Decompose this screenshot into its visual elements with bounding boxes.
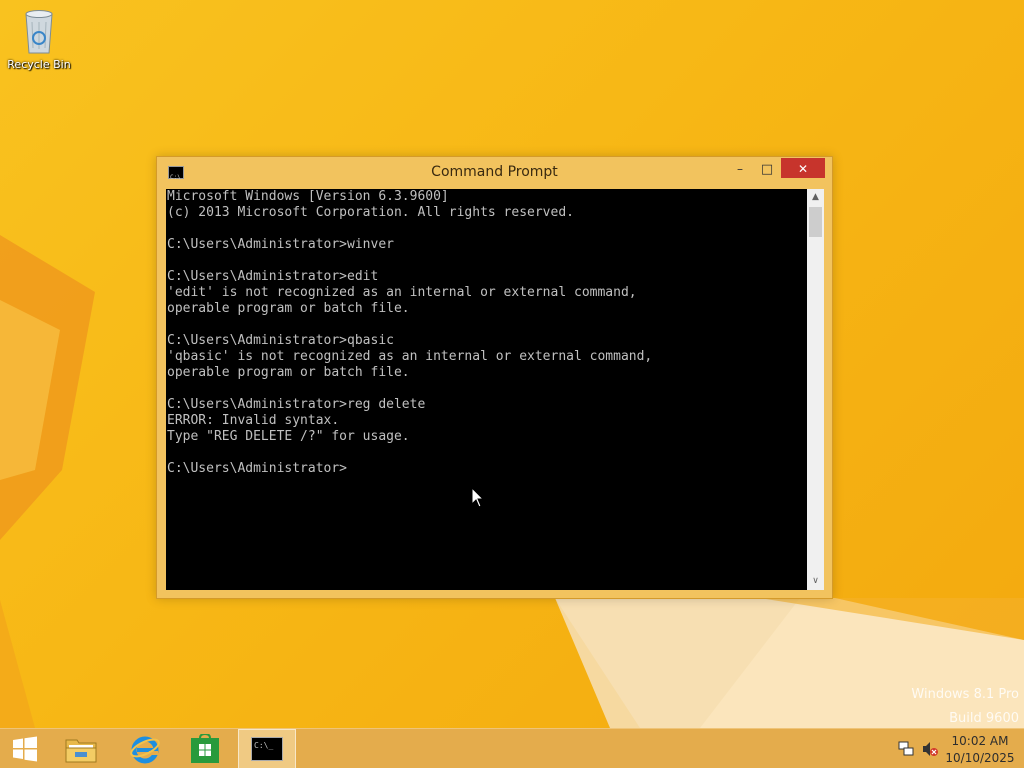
scroll-down-icon[interactable]: ∨ (807, 573, 824, 590)
taskbar-file-explorer-button[interactable] (52, 729, 110, 768)
console-output[interactable]: Microsoft Windows [Version 6.3.9600] (c) … (166, 189, 804, 590)
clock-time: 10:02 AM (951, 734, 1009, 748)
console-area[interactable]: Microsoft Windows [Version 6.3.9600] (c) … (166, 189, 824, 590)
clock-date: 10/10/2025 (945, 751, 1015, 765)
cmd-icon: C:\_ (251, 737, 283, 761)
windows-watermark: Windows 8.1 Pro Build 9600 (911, 683, 1019, 728)
maximize-button[interactable]: □ (754, 158, 780, 178)
console-line: operable program or batch file. (167, 301, 410, 316)
console-line: (c) 2013 Microsoft Corporation. All righ… (167, 205, 574, 220)
scrollbar-thumb[interactable] (809, 207, 822, 237)
console-line: 'qbasic' is not recognized as an interna… (167, 349, 653, 364)
console-line: C:\Users\Administrator>winver (167, 237, 394, 252)
watermark-edition: Windows 8.1 Pro (911, 687, 1019, 702)
title-bar[interactable]: C:\ Command Prompt – □ ✕ (157, 157, 832, 189)
recycle-bin-shortcut[interactable]: Recycle Bin (4, 4, 74, 76)
minimize-icon: – (737, 162, 743, 176)
volume-muted-icon[interactable] (922, 741, 938, 757)
taskbar-command-prompt-button[interactable]: C:\_ (238, 729, 296, 768)
watermark-build: Build 9600 (949, 711, 1019, 726)
start-button[interactable] (0, 729, 50, 768)
network-icon[interactable] (898, 741, 914, 757)
scroll-up-icon[interactable]: ▲ (807, 189, 824, 206)
console-line: C:\Users\Administrator> (167, 461, 348, 476)
console-line: C:\Users\Administrator>reg delete (167, 397, 426, 412)
taskbar-store-button[interactable] (176, 729, 234, 768)
system-clock[interactable]: 10:02 AM 10/10/2025 (944, 733, 1016, 767)
folder-icon (65, 739, 97, 763)
console-line: 'edit' is not recognized as an internal … (167, 285, 637, 300)
console-line: C:\Users\Administrator>edit (167, 269, 379, 284)
recycle-bin-label: Recycle Bin (7, 58, 71, 71)
mouse-pointer-icon (471, 487, 485, 508)
close-button[interactable]: ✕ (781, 158, 825, 178)
ie-icon (130, 736, 160, 764)
store-icon (191, 734, 219, 763)
maximize-icon: □ (760, 162, 774, 177)
console-line: operable program or batch file. (167, 365, 410, 380)
svg-text:C:\_: C:\_ (254, 741, 273, 750)
taskbar: C:\_ 10:02 AM 10/10/2025 (0, 728, 1024, 768)
console-line: C:\Users\Administrator>qbasic (167, 333, 394, 348)
console-line: ERROR: Invalid syntax. (167, 413, 340, 428)
vertical-scrollbar[interactable]: ▲ ∨ (807, 189, 824, 590)
minimize-button[interactable]: – (727, 158, 753, 178)
console-line: Type "REG DELETE /?" for usage. (167, 429, 410, 444)
recycle-bin-icon (21, 6, 57, 56)
windows-logo-icon (13, 736, 37, 762)
command-prompt-window[interactable]: C:\ Command Prompt – □ ✕ Microsoft Windo… (156, 156, 833, 599)
close-icon: ✕ (797, 162, 809, 176)
console-line: Microsoft Windows [Version 6.3.9600] (167, 189, 449, 204)
taskbar-internet-explorer-button[interactable] (116, 729, 174, 768)
